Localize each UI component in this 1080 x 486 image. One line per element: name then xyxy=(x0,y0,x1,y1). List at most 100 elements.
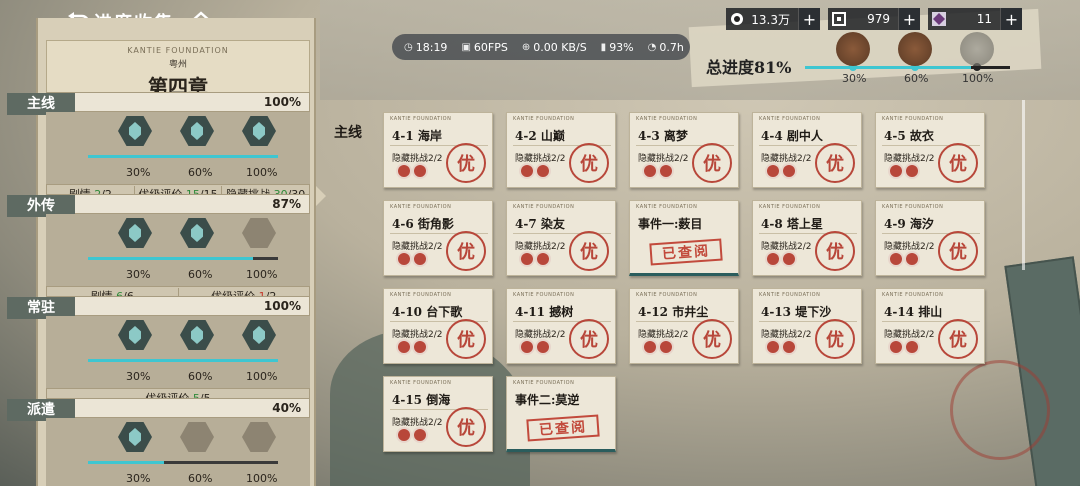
status-network: 0.00 KB/S xyxy=(533,40,587,54)
excellent-seal-icon: 优 xyxy=(938,143,978,183)
milestone-hex-icon[interactable] xyxy=(242,320,276,350)
total-progress-bar xyxy=(805,63,1010,71)
section-header: 外传 87% xyxy=(7,194,310,217)
section-header: 派遣 40% xyxy=(7,398,310,421)
stage-card[interactable]: KANTIE FOUNDATION 4-13 堤下沙 隐藏挑战2/2 优 xyxy=(752,288,862,364)
hidden-challenge-label: 隐藏挑战2/2 xyxy=(638,154,689,164)
hidden-challenge-label: 隐藏挑战2/2 xyxy=(392,418,443,428)
card-tag: KANTIE FOUNDATION xyxy=(636,116,698,122)
medal-icon xyxy=(767,341,779,353)
card-tag: KANTIE FOUNDATION xyxy=(513,204,575,210)
medal-row xyxy=(767,253,795,265)
mark-30: 30% xyxy=(126,370,151,383)
stage-card[interactable]: KANTIE FOUNDATION 4-8 塔上星 隐藏挑战2/2 优 xyxy=(752,200,862,276)
excellent-seal-icon: 优 xyxy=(569,143,609,183)
scrollbar[interactable] xyxy=(1022,100,1025,270)
event-card[interactable]: KANTIE FOUNDATION 事件一:薮目 已查阅 xyxy=(629,200,739,276)
hidden-challenge-label: 隐藏挑战2/2 xyxy=(884,330,935,340)
hidden-challenge-label: 隐藏挑战2/2 xyxy=(761,154,812,164)
crystal-value: 11 xyxy=(976,12,992,26)
excellent-seal-icon: 优 xyxy=(692,319,732,359)
section-progress-line xyxy=(88,155,278,158)
excellent-seal-icon: 优 xyxy=(815,231,855,271)
stage-card[interactable]: KANTIE FOUNDATION 4-1 海岸 隐藏挑战2/2 优 xyxy=(383,112,493,188)
section-side[interactable]: 外传 87% 30% 60% 100% 剧情 6/6 优级评价 1/2 xyxy=(7,194,310,306)
medal-icon xyxy=(537,341,549,353)
milestone-hex-icon[interactable] xyxy=(180,116,214,146)
section-main[interactable]: 主线 100% 30% 60% 100% 剧情 2/2 优级评价 15/15 隐… xyxy=(7,92,310,204)
excellent-seal-icon: 优 xyxy=(815,143,855,183)
status-fps: 60FPS xyxy=(473,40,508,54)
hidden-challenge-label: 隐藏挑战2/2 xyxy=(392,242,443,252)
milestone-hex-icon[interactable] xyxy=(118,218,152,248)
hidden-challenge-label: 隐藏挑战2/2 xyxy=(884,154,935,164)
stage-card[interactable]: KANTIE FOUNDATION 4-11 撼树 隐藏挑战2/2 优 xyxy=(506,288,616,364)
ticket-plus-button[interactable]: + xyxy=(898,8,920,30)
status-time: 18:19 xyxy=(415,40,448,54)
card-tag: KANTIE FOUNDATION xyxy=(390,116,452,122)
medal-row xyxy=(767,165,795,177)
section-standing[interactable]: 常驻 100% 30% 60% 100% 优级评价 5/5 xyxy=(7,296,310,408)
stage-card[interactable]: KANTIE FOUNDATION 4-6 街角影 隐藏挑战2/2 优 xyxy=(383,200,493,276)
mark-30: 30% xyxy=(126,268,151,281)
hidden-challenge-label: 隐藏挑战2/2 xyxy=(515,330,566,340)
main-story-label: 主线 xyxy=(334,125,362,141)
section-progress-line xyxy=(88,257,278,260)
card-name: 4-14 排山 xyxy=(884,305,943,319)
card-name: 4-1 海岸 xyxy=(392,129,442,143)
milestone-hex-icon[interactable] xyxy=(180,218,214,248)
event-card[interactable]: KANTIE FOUNDATION 事件二:莫逆 已查阅 xyxy=(506,376,616,452)
medal-icon xyxy=(414,341,426,353)
stage-card[interactable]: KANTIE FOUNDATION 4-7 染友 隐藏挑战2/2 优 xyxy=(506,200,616,276)
medal-icon xyxy=(783,253,795,265)
stage-card[interactable]: KANTIE FOUNDATION 4-12 市井尘 隐藏挑战2/2 优 xyxy=(629,288,739,364)
excellent-seal-icon: 优 xyxy=(938,319,978,359)
medal-icon xyxy=(537,253,549,265)
stage-card[interactable]: KANTIE FOUNDATION 4-2 山巅 隐藏挑战2/2 优 xyxy=(506,112,616,188)
milestone-hex-icon[interactable] xyxy=(242,218,276,248)
card-tag: KANTIE FOUNDATION xyxy=(636,292,698,298)
medal-icon xyxy=(521,341,533,353)
milestone-hex-icon[interactable] xyxy=(242,116,276,146)
milestone-hex-icon[interactable] xyxy=(180,320,214,350)
chapter-region: 粤州 xyxy=(168,60,187,70)
reward-chest-60[interactable] xyxy=(898,32,932,66)
excellent-seal-icon: 优 xyxy=(569,231,609,271)
milestone-hex-icon[interactable] xyxy=(118,422,152,452)
mark-100: 100% xyxy=(246,370,278,383)
milestone-hex-icon[interactable] xyxy=(180,422,214,452)
reward-chest-100[interactable] xyxy=(960,32,994,66)
coin-plus-button[interactable]: + xyxy=(798,8,820,30)
stage-card[interactable]: KANTIE FOUNDATION 4-10 台下歌 隐藏挑战2/2 优 xyxy=(383,288,493,364)
stage-card[interactable]: KANTIE FOUNDATION 4-5 故衣 隐藏挑战2/2 优 xyxy=(875,112,985,188)
network-icon: ⊕ xyxy=(521,41,531,53)
device-status-bar: ◷ 18:19 ▣ 60FPS ⊕ 0.00 KB/S ▮ 93% ◔ 0.7h xyxy=(392,34,690,60)
milestone-hex-icon[interactable] xyxy=(118,320,152,350)
card-tag: KANTIE FOUNDATION xyxy=(882,204,944,210)
stage-card[interactable]: KANTIE FOUNDATION 4-14 排山 隐藏挑战2/2 优 xyxy=(875,288,985,364)
section-progress-line xyxy=(88,359,278,362)
hidden-challenge-label: 隐藏挑战2/2 xyxy=(515,242,566,252)
card-tag: KANTIE FOUNDATION xyxy=(513,380,575,386)
card-tag: KANTIE FOUNDATION xyxy=(390,204,452,210)
ticket-icon xyxy=(828,8,850,30)
medal-row xyxy=(644,341,672,353)
medal-row xyxy=(890,341,918,353)
milestone-hex-icon[interactable] xyxy=(242,422,276,452)
medal-icon xyxy=(644,165,656,177)
excellent-seal-icon: 优 xyxy=(446,143,486,183)
stage-card[interactable]: KANTIE FOUNDATION 4-9 海汐 隐藏挑战2/2 优 xyxy=(875,200,985,276)
section-dispatch[interactable]: 派遣 40% 30% 60% 100% xyxy=(7,398,310,486)
card-tag: KANTIE FOUNDATION xyxy=(390,380,452,386)
reward-chest-30[interactable] xyxy=(836,32,870,66)
medal-icon xyxy=(783,165,795,177)
stage-card[interactable]: KANTIE FOUNDATION 4-4 剧中人 隐藏挑战2/2 优 xyxy=(752,112,862,188)
milestone-hex-icon[interactable] xyxy=(118,116,152,146)
section-progress-fill xyxy=(88,257,254,260)
section-header: 主线 100% xyxy=(7,92,310,115)
stage-card[interactable]: KANTIE FOUNDATION 4-3 离梦 隐藏挑战2/2 优 xyxy=(629,112,739,188)
coin-icon xyxy=(726,8,748,30)
hidden-challenge-label: 隐藏挑战2/2 xyxy=(884,242,935,252)
crystal-plus-button[interactable]: + xyxy=(1000,8,1022,30)
stage-card[interactable]: KANTIE FOUNDATION 4-15 倒海 隐藏挑战2/2 优 xyxy=(383,376,493,452)
